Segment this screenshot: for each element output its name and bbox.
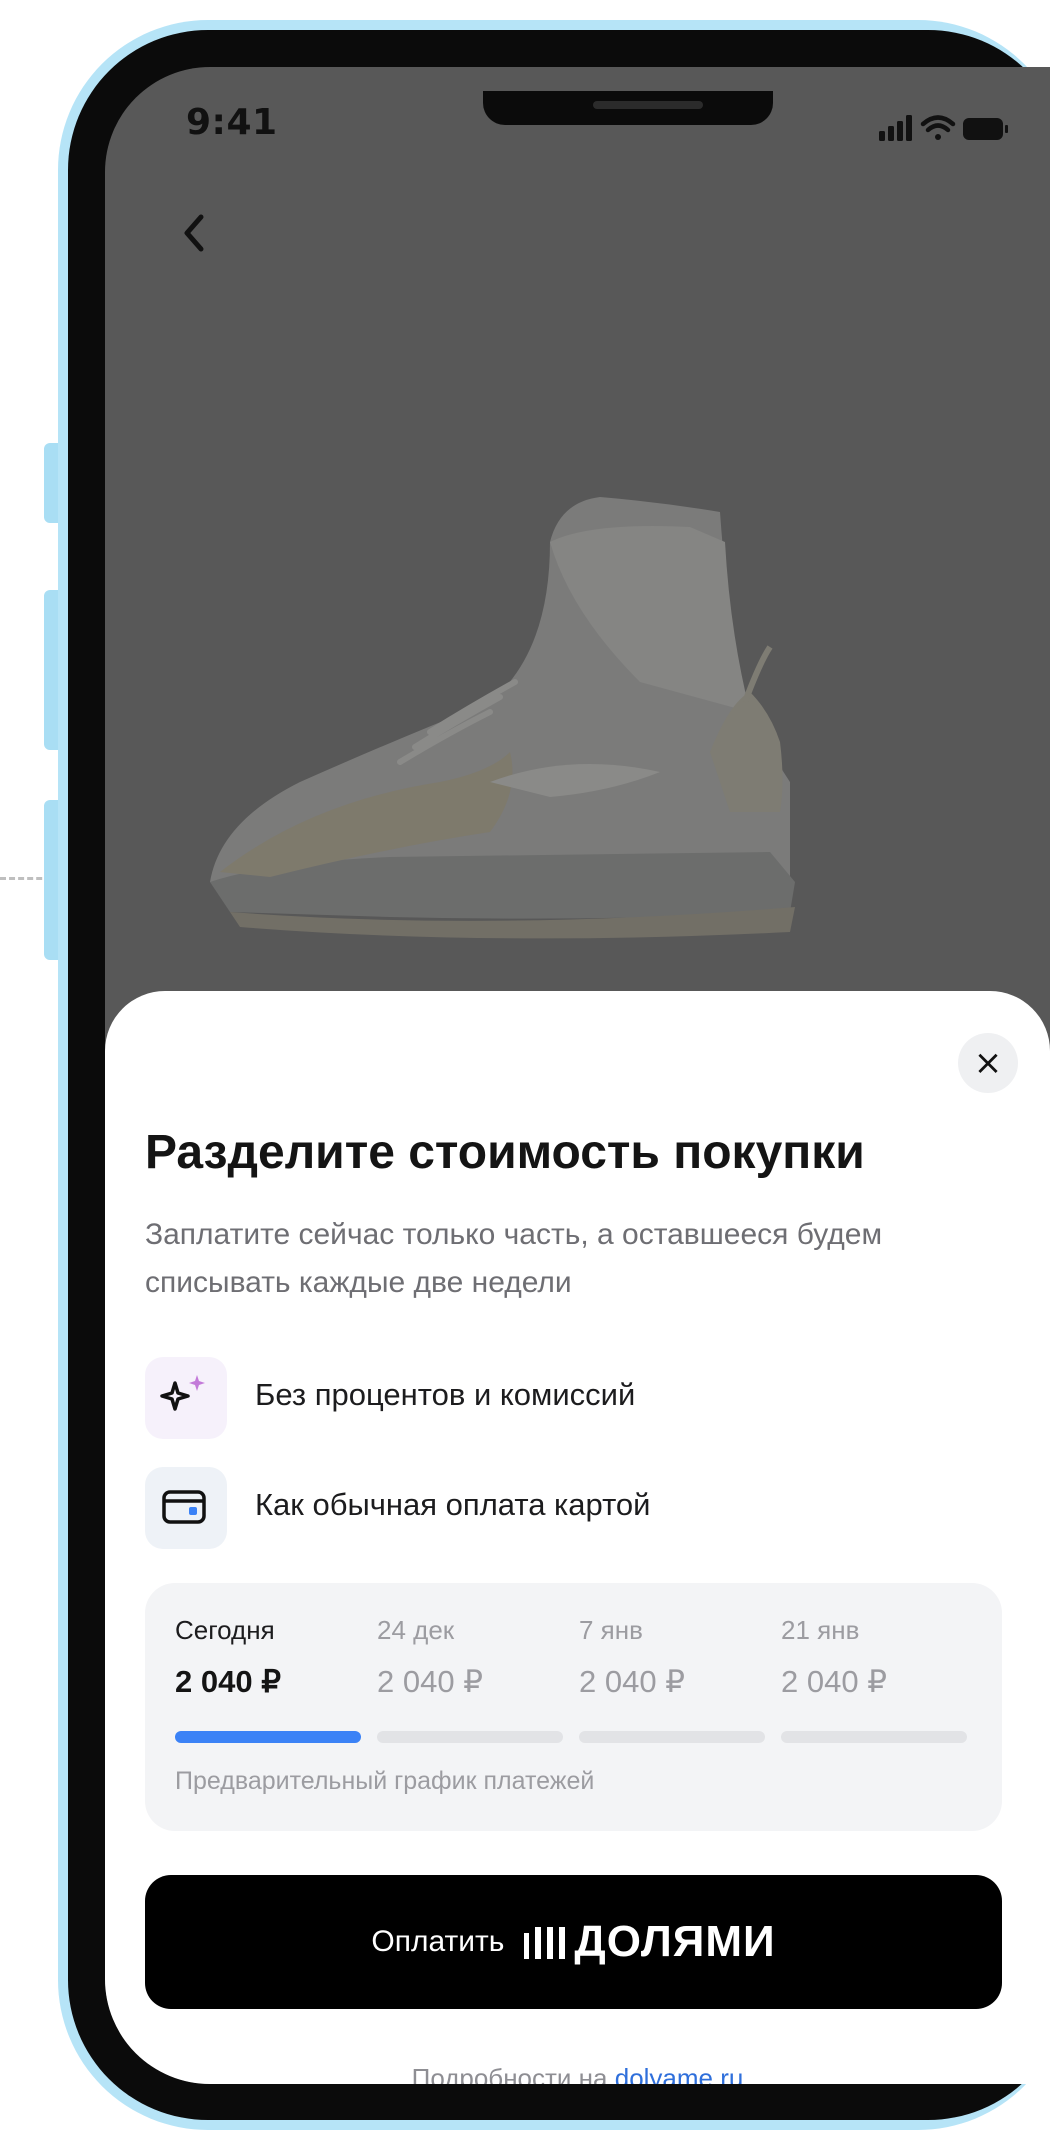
payment-date: 21 янв [781, 1615, 860, 1645]
payment-col-3: 21 янв 2 040 ₽ [781, 1615, 981, 1700]
payment-date: Сегодня [175, 1615, 275, 1645]
pay-dolyami-button[interactable]: Оплатить ДОЛЯМИ [145, 1875, 1002, 2009]
details-text: Подробности на dolyame.ru [105, 2063, 1050, 2084]
sparkle-icon [145, 1357, 227, 1439]
phone-side-button [44, 800, 58, 960]
progress-segment [781, 1731, 967, 1743]
signal-icon [879, 115, 912, 141]
feature-card-payment: Как обычная оплата картой [145, 1467, 945, 1549]
payment-col-2: 7 янв 2 040 ₽ [579, 1615, 779, 1700]
back-button[interactable] [165, 203, 225, 263]
payment-amount: 2 040 ₽ [175, 1664, 281, 1699]
notch [483, 91, 773, 125]
payment-amount: 2 040 ₽ [781, 1664, 887, 1699]
payment-col-0: Сегодня 2 040 ₽ [175, 1615, 375, 1700]
phone-side-button [44, 443, 58, 523]
details-label: Подробности на [411, 2063, 608, 2084]
dolyami-logo-icon [522, 1924, 566, 1960]
sheet-subtitle: Заплатите сейчас только часть, а оставше… [145, 1218, 883, 1299]
payment-amount: 2 040 ₽ [377, 1664, 483, 1699]
phone-side-button [44, 590, 58, 750]
payment-date: 24 дек [377, 1615, 455, 1645]
payment-schedule: Сегодня 2 040 ₽ 24 дек 2 040 ₽ 7 янв 2 0… [145, 1583, 1002, 1831]
feature-no-fees: Без процентов и комиссий [145, 1357, 945, 1439]
pay-button-label: Оплатить [371, 1925, 505, 1958]
progress-segment-active [175, 1731, 361, 1743]
status-time: 9:41 [186, 102, 278, 143]
phone-screen: 9:41 × Разделите стоимость покупки Запла… [105, 67, 1050, 2084]
close-icon: × [973, 1043, 1003, 1083]
payment-amount: 2 040 ₽ [579, 1664, 685, 1699]
payment-date: 7 янв [579, 1615, 643, 1645]
card-icon [145, 1467, 227, 1549]
dolyami-brand: ДОЛЯМИ [574, 1917, 776, 1966]
progress-segment [377, 1731, 563, 1743]
wifi-icon [920, 115, 956, 140]
product-image-sneaker [190, 452, 1050, 972]
progress-segment [579, 1731, 765, 1743]
dolyame-link[interactable]: dolyame.ru [615, 2063, 744, 2084]
feature-label: Как обычная оплата картой [255, 1487, 651, 1522]
battery-icon [963, 118, 1008, 140]
feature-label: Без процентов и комиссий [255, 1377, 636, 1412]
sheet-title: Разделите стоимость покупки [145, 1126, 865, 1179]
status-icons [835, 109, 1035, 149]
payment-col-1: 24 дек 2 040 ₽ [377, 1615, 577, 1700]
chevron-left-icon [184, 214, 204, 252]
schedule-note: Предварительный график платежей [175, 1767, 595, 1795]
close-button[interactable]: × [958, 1033, 1018, 1093]
bottom-sheet: × Разделите стоимость покупки Заплатите … [105, 991, 1050, 2084]
